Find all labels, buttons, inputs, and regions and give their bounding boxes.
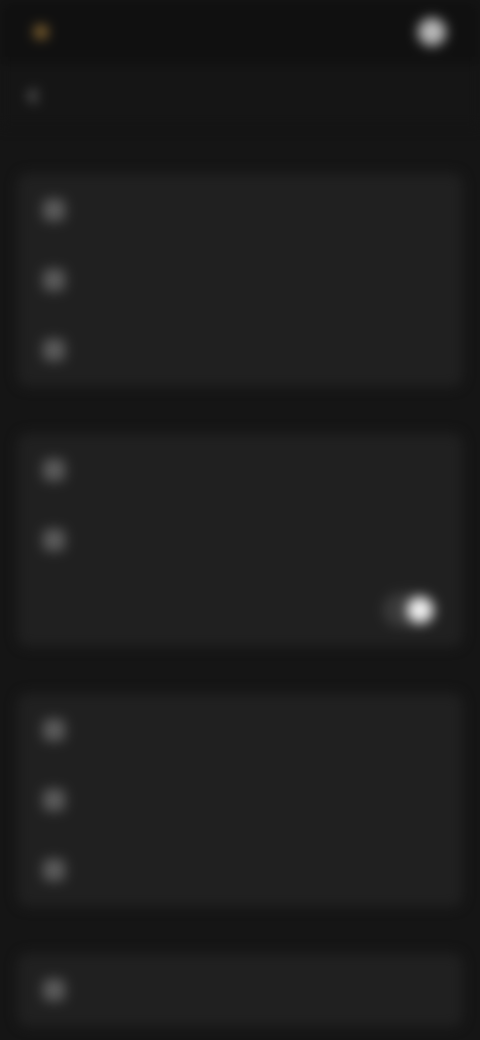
settings-row[interactable] xyxy=(19,245,461,315)
back-button[interactable] xyxy=(26,88,42,104)
settings-card-4 xyxy=(18,954,462,1026)
settings-row[interactable] xyxy=(19,695,461,765)
avatar[interactable] xyxy=(418,18,446,46)
brand xyxy=(34,25,56,39)
brand-logo xyxy=(34,25,48,39)
settings-row-icon xyxy=(43,339,65,361)
settings-row-icon xyxy=(43,859,65,881)
settings-card-2 xyxy=(18,434,462,646)
chevron-left-icon xyxy=(28,89,37,103)
settings-row-toggle[interactable] xyxy=(19,575,461,645)
section-label-3 xyxy=(0,646,480,694)
settings-card-3 xyxy=(18,694,462,906)
section-label-2 xyxy=(0,386,480,434)
settings-row-icon xyxy=(43,458,65,481)
settings-row-icon xyxy=(43,528,65,551)
settings-row-icon xyxy=(43,198,65,221)
settings-row[interactable] xyxy=(19,505,461,575)
status-right xyxy=(386,18,446,46)
settings-row-icon xyxy=(43,788,65,811)
settings-row[interactable] xyxy=(19,175,461,245)
section-label-1 xyxy=(0,126,480,174)
toggle-switch[interactable] xyxy=(383,593,437,627)
settings-row[interactable] xyxy=(19,835,461,905)
page-header xyxy=(0,64,480,126)
settings-row-icon xyxy=(43,268,65,291)
settings-row-icon xyxy=(43,979,65,1001)
settings-row[interactable] xyxy=(19,765,461,835)
settings-row[interactable] xyxy=(19,435,461,505)
settings-row-icon xyxy=(43,718,65,741)
section-label-4 xyxy=(0,906,480,954)
settings-card-1 xyxy=(18,174,462,386)
settings-row[interactable] xyxy=(19,955,461,1025)
settings-row[interactable] xyxy=(19,315,461,385)
status-bar xyxy=(0,0,480,64)
